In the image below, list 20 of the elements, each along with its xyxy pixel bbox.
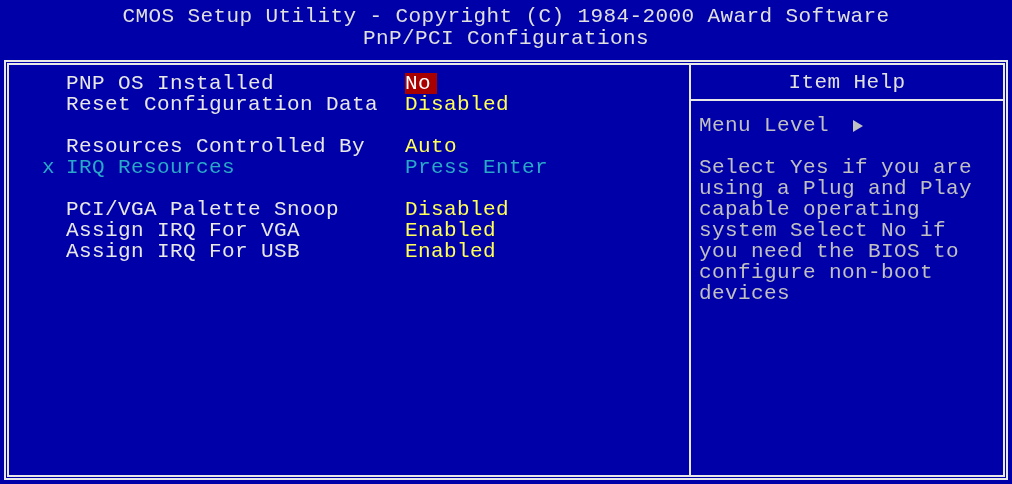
setting-value[interactable]: Enabled [405, 241, 502, 262]
setting-value[interactable]: Auto [405, 136, 463, 157]
page-title: PnP/PCI Configurations [362, 28, 649, 49]
setting-label: PNP OS Installed [66, 72, 275, 95]
help-text: Select Yes if you are using a Plug and Play capable operating system Select No if you need the BIOS to configure non-boot devices [699, 157, 974, 304]
setting-value[interactable]: No [405, 73, 437, 94]
setting-label: IRQ Resources [66, 156, 236, 179]
menu-level-label: Menu Level [699, 115, 830, 136]
setting-label: PCI/VGA Palette Snoop [66, 198, 340, 221]
setting-label: Assign IRQ For USB [66, 240, 301, 263]
help-title: Item Help [788, 71, 906, 93]
right-triangle-icon [853, 119, 864, 132]
setting-value[interactable]: Disabled [405, 199, 516, 220]
setting-label: Assign IRQ For VGA [66, 219, 301, 242]
setting-label: Resources Controlled By [66, 135, 366, 158]
unavailable-marker: x [42, 156, 55, 179]
setting-label: Reset Configuration Data [66, 93, 379, 116]
setting-value[interactable]: Disabled [405, 94, 516, 115]
setting-value[interactable]: Enabled [405, 220, 502, 241]
screen-title: CMOS Setup Utility - Copyright (C) 1984-2000 Award Software [122, 6, 890, 27]
